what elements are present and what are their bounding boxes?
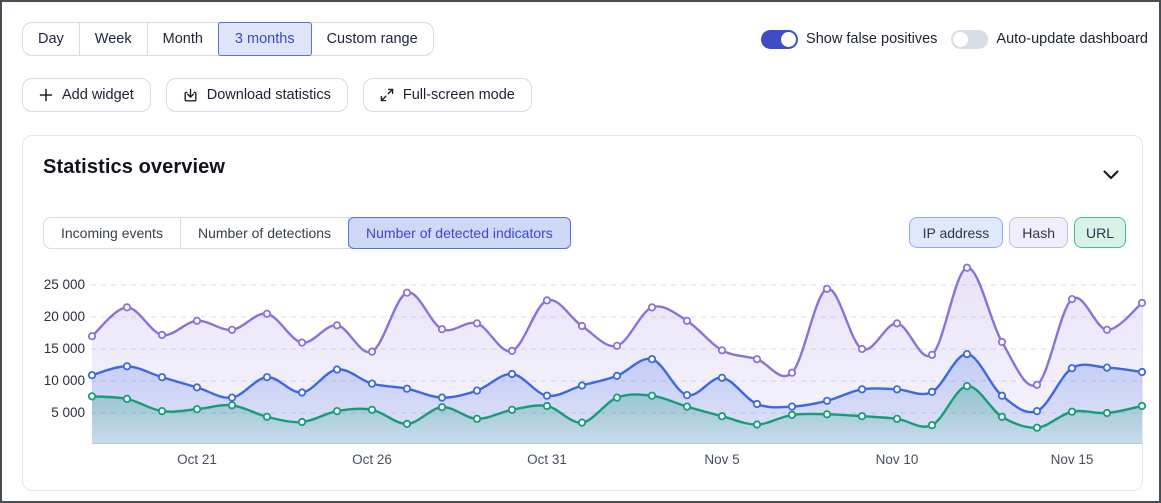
chip-ip-address[interactable]: IP address	[908, 217, 1004, 248]
tab-incoming-events[interactable]: Incoming events	[44, 218, 181, 248]
line-chart	[87, 263, 1147, 444]
auto-update-toggle-group: Auto-update dashboard	[951, 29, 1148, 49]
chip-url[interactable]: URL	[1073, 217, 1126, 248]
plus-icon	[39, 88, 53, 102]
indicator-type-chips: IP address Hash URL	[908, 217, 1126, 248]
chip-hash[interactable]: Hash	[1009, 217, 1068, 248]
fullscreen-icon	[380, 88, 394, 102]
add-widget-button[interactable]: Add widget	[22, 78, 151, 112]
time-range-week[interactable]: Week	[80, 23, 148, 55]
toggle-knob	[953, 31, 969, 47]
fullscreen-label: Full-screen mode	[402, 87, 515, 103]
header-toggles: Show false positives Auto-update dashboa…	[761, 22, 1148, 56]
collapse-card-button[interactable]	[1102, 168, 1120, 180]
time-range-segmented-control: Day Week Month 3 months Custom range	[22, 22, 434, 56]
auto-update-toggle[interactable]	[951, 29, 989, 49]
x-axis-tick-label: Oct 21	[177, 452, 217, 467]
add-widget-label: Add widget	[62, 87, 134, 103]
statistics-overview-card: Statistics overview Incoming events Numb…	[22, 135, 1147, 491]
x-axis-tick-label: Nov 15	[1050, 452, 1094, 467]
false-positives-toggle-group: Show false positives	[761, 29, 938, 49]
download-statistics-label: Download statistics	[206, 87, 331, 103]
x-axis-tick-label: Oct 31	[527, 452, 567, 467]
time-range-day[interactable]: Day	[23, 23, 80, 55]
x-axis-tick-label: Nov 5	[704, 452, 740, 467]
download-icon	[183, 88, 198, 103]
dashboard-screen: Day Week Month 3 months Custom range Sho…	[0, 0, 1161, 503]
show-false-positives-label: Show false positives	[806, 31, 938, 47]
time-range-custom[interactable]: Custom range	[312, 23, 433, 55]
y-axis-tick-label: 25 000	[43, 277, 85, 292]
y-axis-tick-label: 20 000	[43, 309, 85, 324]
tab-number-of-detections[interactable]: Number of detections	[181, 218, 350, 248]
tab-number-of-detected-indicators[interactable]: Number of detected indicators	[348, 217, 571, 249]
x-axis-tick-label: Oct 26	[352, 452, 392, 467]
y-axis-tick-label: 10 000	[43, 373, 85, 388]
y-axis-tick-label: 5 000	[51, 405, 85, 420]
toggle-knob	[781, 31, 797, 47]
download-statistics-button[interactable]: Download statistics	[165, 78, 348, 112]
time-range-3-months[interactable]: 3 months	[217, 22, 312, 56]
y-axis-tick-label: 15 000	[43, 341, 85, 356]
metric-tabs: Incoming events Number of detections Num…	[43, 217, 571, 249]
time-range-month[interactable]: Month	[148, 23, 219, 55]
x-axis-tick-label: Nov 10	[875, 452, 919, 467]
chevron-down-icon	[1103, 168, 1119, 183]
card-title: Statistics overview	[43, 156, 225, 178]
fullscreen-button[interactable]: Full-screen mode	[362, 78, 532, 112]
action-buttons: Add widget Download statistics Full-scre…	[22, 78, 532, 112]
show-false-positives-toggle[interactable]	[761, 29, 799, 49]
auto-update-label: Auto-update dashboard	[996, 31, 1148, 47]
